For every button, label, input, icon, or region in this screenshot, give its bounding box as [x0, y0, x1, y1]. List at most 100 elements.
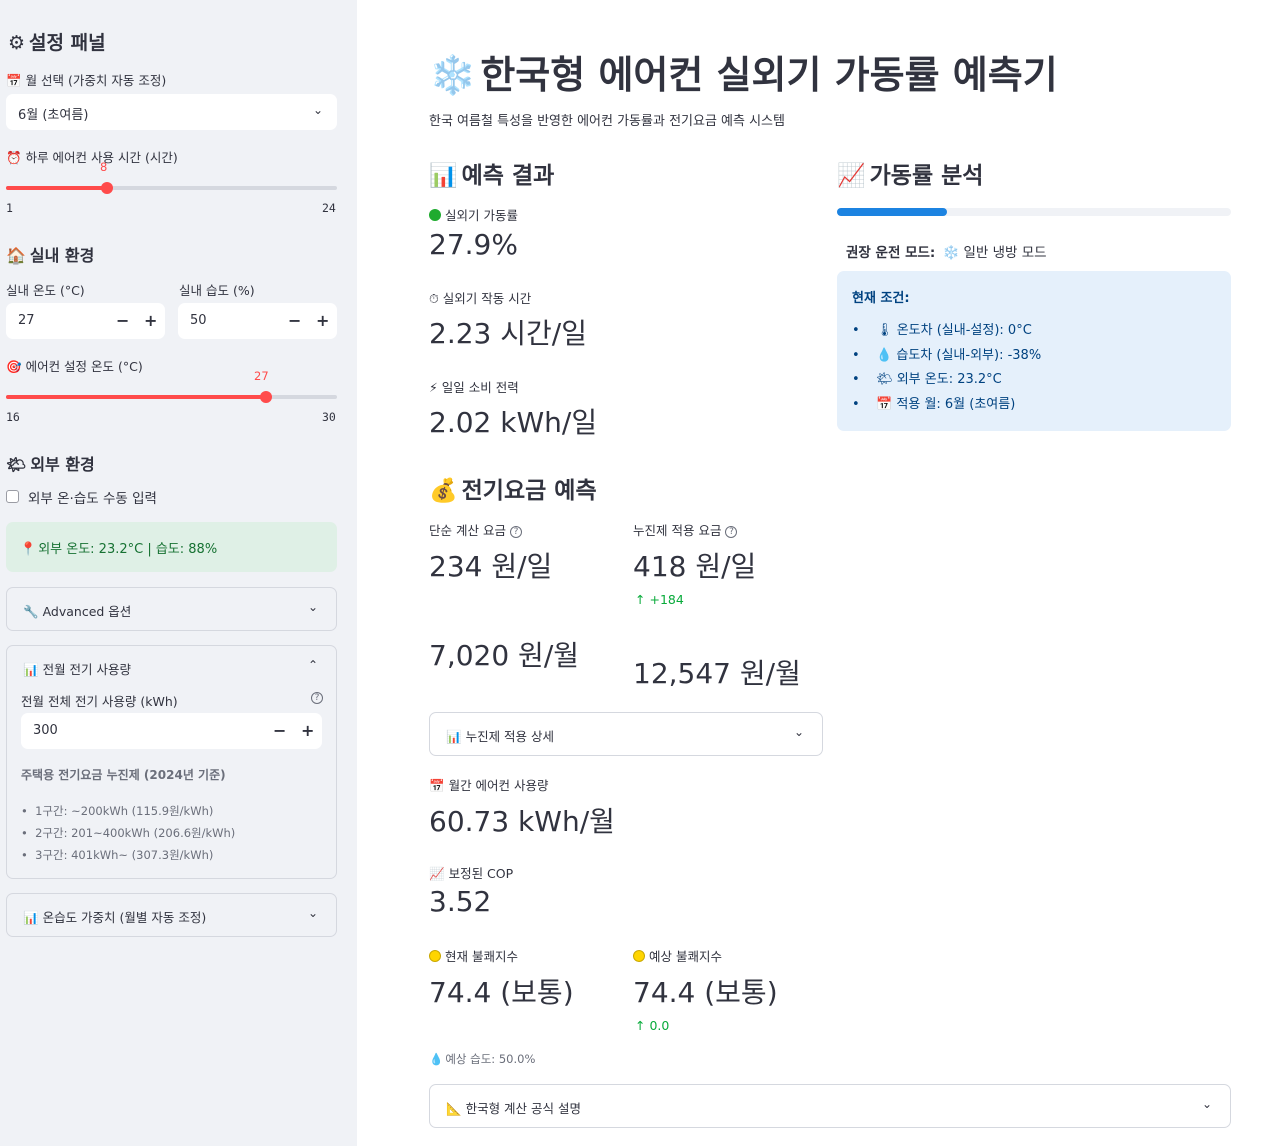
rate-label: 실외기 가동률 — [429, 205, 518, 224]
list-item: • 2구간: 201~400kWh (206.6원/kWh) — [21, 826, 236, 840]
exp-di-label: 예상 불쾌지수 — [633, 946, 722, 965]
sidebar: ⚙ 설정 패널 📅 월 선택 (가중치 자동 조정) 6월 (초여름) ⌄ ⏰ 하루 … — [0, 0, 357, 1146]
outdoor-info-text: 📍 외부 온도: 23.2°C | 습도: 88% — [20, 542, 218, 557]
conditions-title: 현재 조건: — [852, 291, 910, 306]
triangular-ruler-icon: 📐 — [446, 1101, 462, 1116]
manual-input-checkbox-label[interactable]: 외부 온·습도 수동 입력 — [28, 487, 157, 507]
conditions-list: • 🌡 온도차 (실내-설정): 0°C • 💧 습도차 (실내-외부): -38%… — [852, 319, 1041, 417]
prog-fee-delta: ↑ +184 — [635, 592, 684, 607]
page-title: ❄️ 한국형 에어컨 실외기 가동률 예측기 — [429, 53, 1058, 97]
thermometer-icon: 🌡 — [876, 323, 893, 338]
prev-usage-minus-button[interactable]: − — [273, 721, 286, 740]
help-icon[interactable]: ? — [509, 526, 522, 538]
hours-slider-label: ⏰ 하루 에어컨 사용 시간 (시간) — [6, 150, 178, 165]
indoor-hum-plus-button[interactable]: + — [316, 311, 329, 330]
prev-usage-expander: 📊 전월 전기 사용량 ⌃ 전월 전체 전기 사용량 (kWh) ? 300 − … — [6, 645, 337, 879]
simple-month-value: 7,020 원/월 — [429, 639, 580, 672]
list-item: • 📅 적용 월: 6월 (초여름) — [852, 393, 1041, 418]
conditions-box: 현재 조건: • 🌡 온도차 (실내-설정): 0°C • 💧 습도차 (실내-외부… — [837, 271, 1231, 431]
exp-di-delta: ↑ 0.0 — [635, 1018, 670, 1033]
calendar-icon: 📅 — [6, 73, 22, 88]
bar-chart-icon: 📊 — [23, 910, 39, 925]
rate-progress-fill — [837, 208, 947, 216]
bar-chart-icon: 📊 — [23, 662, 39, 677]
setpoint-slider-max: 30 — [322, 410, 336, 424]
formula-expander[interactable]: 📐 한국형 계산 공식 설명 ⌄ — [429, 1084, 1231, 1128]
setpoint-slider-label: 🎯 에어컨 설정 온도 (°C) — [6, 359, 143, 374]
hours-slider-fill — [6, 186, 107, 190]
chart-increasing-icon: 📈 — [837, 163, 866, 189]
advanced-options-expander[interactable]: 🔧 Advanced 옵션 ⌄ — [6, 587, 337, 631]
list-item: • 1구간: ~200kWh (115.9원/kWh) — [21, 804, 214, 818]
prog-fee-value: 418 원/일 — [633, 550, 757, 583]
hours-slider-max: 24 — [322, 201, 336, 215]
list-item: • 💧 습도차 (실내-외부): -38% — [852, 344, 1041, 369]
power-value: 2.02 kWh/일 — [429, 406, 598, 439]
chevron-down-icon: ⌄ — [793, 725, 804, 739]
stopwatch-icon: ⏱ — [429, 291, 439, 306]
wrench-icon: 🔧 — [23, 604, 39, 619]
list-item: • 🌤 외부 온도: 23.2°C — [852, 368, 1041, 393]
droplet-icon: 💧 — [876, 347, 893, 363]
yellow-circle-icon — [633, 950, 645, 962]
setpoint-slider[interactable]: 27 — [6, 369, 337, 403]
cur-di-label: 현재 불쾌지수 — [429, 946, 518, 965]
chevron-down-icon: ⌄ — [312, 103, 323, 117]
time-label: ⏱ 실외기 작동 시간 — [429, 291, 532, 306]
indoor-section-title: 🏠 실내 환경 — [6, 246, 95, 265]
chevron-down-icon: ⌄ — [307, 600, 318, 614]
prev-usage-label: 전월 전체 전기 사용량 (kWh) — [21, 694, 178, 709]
hours-slider[interactable]: 8 — [6, 160, 337, 194]
prev-usage-plus-button[interactable]: + — [301, 721, 314, 740]
indoor-hum-input[interactable]: 50 − + — [178, 303, 337, 339]
mode-text: 권장 운전 모드: ❄️ 일반 냉방 모드 — [846, 245, 1047, 261]
setpoint-slider-value: 27 — [254, 369, 269, 383]
droplet-icon: 💧 — [429, 1052, 444, 1066]
sun-cloud-icon: 🌤 — [6, 455, 27, 474]
results-title: 📊 예측 결과 — [429, 163, 555, 189]
indoor-temp-input[interactable]: 27 − + — [6, 303, 165, 339]
calendar-icon: 📅 — [429, 778, 445, 793]
green-circle-icon — [429, 209, 441, 221]
month-select[interactable]: 6월 (초여름) ⌄ — [6, 94, 337, 130]
house-icon: 🏠 — [6, 246, 26, 265]
chevron-down-icon: ⌄ — [307, 906, 318, 920]
rate-value: 27.9% — [429, 228, 518, 261]
exp-hum-caption: 💧 예상 습도: 50.0% — [429, 1052, 536, 1066]
prev-usage-input[interactable]: 300 − + — [21, 713, 322, 749]
prev-usage-expander-header[interactable]: 📊 전월 전기 사용량 — [23, 659, 131, 678]
indoor-temp-plus-button[interactable]: + — [144, 311, 157, 330]
simple-fee-value: 234 원/일 — [429, 550, 553, 583]
weights-expander[interactable]: 📊 온습도 가중치 (월별 자동 조정) ⌄ — [6, 893, 337, 937]
sidebar-title: ⚙ 설정 패널 — [8, 32, 106, 54]
hours-slider-thumb[interactable]: 8 — [100, 160, 113, 194]
indoor-temp-label: 실내 온도 (°C) — [6, 283, 85, 298]
indoor-temp-minus-button[interactable]: − — [116, 311, 129, 330]
manual-input-checkbox[interactable] — [6, 490, 19, 503]
chevron-up-icon[interactable]: ⌃ — [308, 658, 318, 672]
prog-detail-expander[interactable]: 📊 누진제 적용 상세 ⌄ — [429, 712, 823, 756]
fee-title: 💰 전기요금 예측 — [429, 478, 597, 504]
monthly-usage-value: 60.73 kWh/월 — [429, 805, 615, 838]
lightning-icon: ⚡ — [429, 380, 438, 395]
prog-fee-label: 누진제 적용 요금? — [633, 520, 738, 539]
indoor-hum-minus-button[interactable]: − — [288, 311, 301, 330]
prog-month-value: 12,547 원/월 — [633, 657, 801, 690]
setpoint-slider-thumb[interactable]: 27 — [254, 369, 272, 403]
indoor-hum-label: 실내 습도 (%) — [179, 283, 255, 298]
cop-value: 3.52 — [429, 885, 492, 918]
gear-icon: ⚙ — [8, 32, 26, 54]
help-icon[interactable]: ? — [725, 526, 738, 538]
outdoor-section-title: 🌤 외부 환경 — [6, 455, 95, 474]
help-icon[interactable]: ? — [311, 692, 323, 704]
rate-progress-bar — [837, 208, 1231, 216]
calendar-icon: 📅 — [876, 396, 893, 412]
chevron-down-icon: ⌄ — [1201, 1097, 1212, 1111]
outdoor-info-box: 📍 외부 온도: 23.2°C | 습도: 88% — [6, 522, 337, 572]
chart-increasing-icon: 📈 — [429, 866, 445, 881]
list-item: • 3구간: 401kWh~ (307.3원/kWh) — [21, 848, 214, 862]
bar-chart-icon: 📊 — [446, 729, 462, 744]
simple-fee-label: 단순 계산 요금? — [429, 520, 522, 539]
list-item: • 🌡 온도차 (실내-설정): 0°C — [852, 319, 1041, 344]
month-select-label: 📅 월 선택 (가중치 자동 조정) — [6, 73, 167, 88]
